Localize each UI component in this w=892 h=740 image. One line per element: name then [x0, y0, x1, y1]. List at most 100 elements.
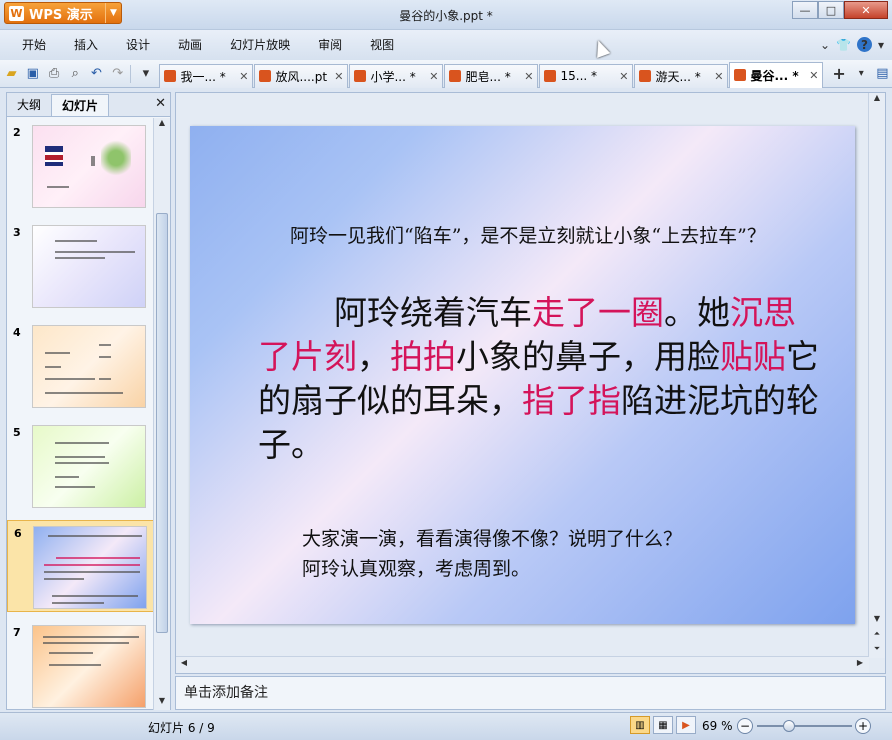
tab-close-icon[interactable]: ✕: [239, 70, 248, 83]
toolbar-dropdown-icon[interactable]: ▾: [136, 64, 155, 84]
notes-pane[interactable]: 单击添加备注: [175, 676, 886, 710]
current-slide[interactable]: 阿玲一见我们“陷车”，是不是立刻就让小象“上去拉车”？ 阿玲绕着汽车走了一圈。她…: [190, 126, 855, 624]
panel-close-icon[interactable]: ✕: [155, 96, 166, 111]
zoom-slider-knob[interactable]: [783, 720, 795, 732]
scroll-down-icon[interactable]: ▼: [869, 614, 885, 628]
editor-horizontal-scrollbar[interactable]: ◀ ▶: [176, 656, 869, 673]
text-line: [91, 156, 95, 166]
doc-tab[interactable]: 游天... * ✕: [634, 63, 729, 88]
scroll-right-icon[interactable]: ▶: [852, 658, 868, 672]
tab-close-icon[interactable]: ✕: [429, 70, 438, 83]
text-line: [44, 564, 140, 566]
print-icon[interactable]: ⎙: [44, 64, 63, 84]
body-text: 小象的鼻子，用脸: [456, 337, 720, 376]
tab-close-icon[interactable]: ✕: [334, 70, 343, 83]
slideshow-play-icon[interactable]: ▶: [676, 716, 696, 734]
new-tab-button[interactable]: +: [828, 63, 849, 85]
text-line: [52, 595, 138, 597]
ribbon-collapse-icon[interactable]: ⌄: [820, 38, 830, 52]
menu-review[interactable]: 审阅: [304, 30, 356, 60]
slide-thumbnail-selected[interactable]: 6: [7, 520, 154, 612]
slide-thumbnail[interactable]: 4: [7, 320, 154, 412]
help-icon[interactable]: ?: [856, 37, 872, 52]
menu-animation[interactable]: 动画: [164, 30, 216, 60]
text-line: [44, 578, 84, 580]
tab-slides[interactable]: 幻灯片: [51, 94, 110, 116]
next-slide-icon[interactable]: ⏷: [869, 644, 885, 658]
ppt-file-icon: [734, 69, 747, 81]
doc-tab-label: 肥皂... *: [465, 69, 511, 84]
scroll-up-icon[interactable]: ▲: [154, 118, 170, 132]
menu-home[interactable]: 开始: [0, 30, 60, 60]
title-bar: W WPS 演示 ▼ 曼谷的小象.ppt * — □ ✕: [0, 0, 892, 30]
ppt-file-icon: [544, 70, 557, 82]
menu-insert[interactable]: 插入: [60, 30, 112, 60]
doc-tab[interactable]: 放风....pt ✕: [254, 63, 349, 88]
window-controls: — □ ✕: [792, 1, 888, 19]
text-line: [44, 571, 140, 573]
text-line: [48, 535, 142, 537]
doc-tab[interactable]: 肥皂... * ✕: [444, 63, 539, 88]
zoom-in-button[interactable]: +: [855, 718, 871, 734]
slide-thumbnail[interactable]: 2: [7, 120, 154, 212]
slide-number: 7: [13, 626, 21, 639]
scroll-up-icon[interactable]: ▲: [869, 93, 885, 107]
tab-close-icon[interactable]: ✕: [714, 70, 723, 83]
scroll-left-icon[interactable]: ◀: [176, 658, 192, 672]
redo-icon[interactable]: ↷: [108, 64, 127, 84]
menu-slideshow[interactable]: 幻灯片放映: [216, 30, 304, 60]
close-button[interactable]: ✕: [844, 1, 888, 19]
text-line: [43, 636, 139, 638]
doc-tab[interactable]: 15... * ✕: [539, 63, 634, 88]
text-line: [43, 642, 129, 644]
thumbnail-scrollbar[interactable]: ▲ ▼: [153, 118, 170, 710]
doc-tab[interactable]: 我一... * ✕: [159, 63, 254, 88]
doc-tab-label: 我一... *: [180, 69, 226, 84]
slide-question-text[interactable]: 阿玲一见我们“陷车”，是不是立刻就让小象“上去拉车”？: [290, 221, 766, 248]
print-preview-icon[interactable]: ⌕: [66, 64, 85, 84]
ppt-file-icon: [354, 70, 367, 82]
text-line: [99, 378, 111, 380]
undo-icon[interactable]: ↶: [87, 64, 106, 84]
minimize-button[interactable]: —: [792, 1, 818, 19]
text-line: [55, 240, 97, 242]
tab-list-dropdown-icon[interactable]: ▾: [852, 64, 871, 84]
text-line: [45, 352, 70, 354]
doc-tab-label: 小学... *: [370, 69, 416, 84]
help-dropdown-icon[interactable]: ▾: [878, 38, 884, 52]
tab-outline[interactable]: 大纲: [7, 94, 51, 116]
zoom-slider-track[interactable]: [757, 725, 852, 727]
skin-icon[interactable]: 👕: [836, 38, 851, 52]
slide-thumbnail[interactable]: 5: [7, 420, 154, 512]
zoom-out-button[interactable]: −: [737, 718, 753, 734]
tab-close-icon[interactable]: ✕: [524, 70, 533, 83]
doc-tab[interactable]: 小学... * ✕: [349, 63, 444, 88]
previous-slide-icon[interactable]: ⏶: [869, 629, 885, 643]
tab-close-icon[interactable]: ✕: [809, 69, 818, 82]
doc-tab-label: 15... *: [560, 69, 598, 83]
slide-body-text[interactable]: 阿玲绕着汽车走了一圈。她沉思了片刻，拍拍小象的鼻子，用脸贴贴它的扇子似的耳朵，指…: [258, 291, 828, 467]
normal-view-icon[interactable]: ▥: [630, 716, 650, 734]
slide-thumbnail[interactable]: 7: [7, 620, 154, 710]
slide-thumbnail[interactable]: 3: [7, 220, 154, 312]
text-line: [99, 356, 111, 358]
menu-design[interactable]: 设计: [112, 30, 164, 60]
save-icon[interactable]: ▣: [23, 64, 42, 84]
scroll-down-icon[interactable]: ▼: [154, 696, 170, 710]
text-line: [47, 186, 69, 188]
slide-footer-text[interactable]: 大家演一演，看看演得像不像？说明了什么？ 阿玲认真观察，考虑周到。: [302, 524, 682, 584]
editor-vertical-scrollbar[interactable]: ▲ ▼ ⏶ ⏷: [868, 93, 885, 658]
doc-tab-active[interactable]: 曼谷... * ✕: [729, 61, 824, 88]
scrollbar-thumb[interactable]: [156, 213, 168, 633]
text-line: [55, 251, 135, 253]
text-line: [55, 476, 79, 478]
highlight-text: 拍拍: [390, 337, 456, 376]
tab-close-icon[interactable]: ✕: [619, 70, 628, 83]
open-folder-icon[interactable]: ▰: [2, 64, 21, 84]
slide-panel-tabs: 大纲 幻灯片 ✕: [7, 93, 170, 117]
menu-view[interactable]: 视图: [356, 30, 408, 60]
slide-sorter-icon[interactable]: ▦: [653, 716, 673, 734]
window-tile-icon[interactable]: ▤: [873, 64, 892, 84]
maximize-button[interactable]: □: [818, 1, 844, 19]
text-line: [99, 344, 111, 346]
